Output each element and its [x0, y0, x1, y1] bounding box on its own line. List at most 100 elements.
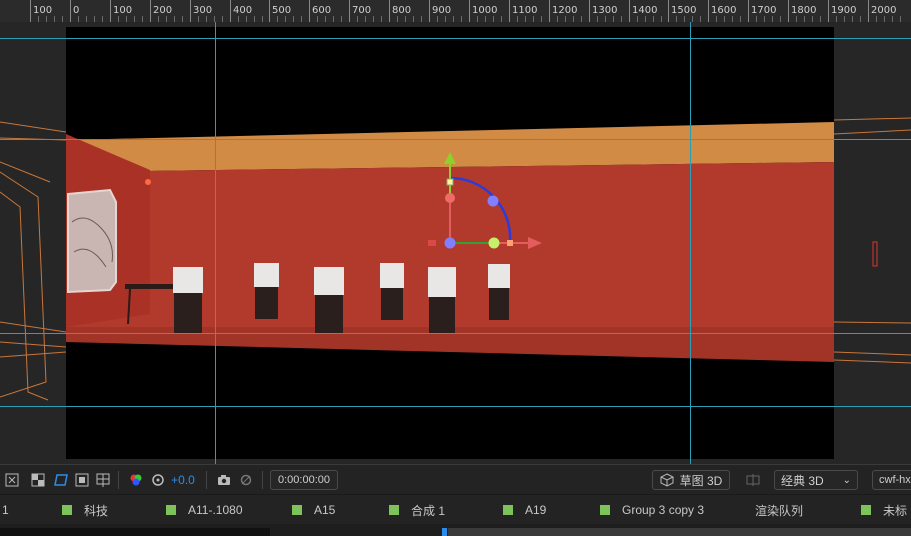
tab-comp[interactable]: 科技: [62, 502, 108, 518]
tab-comp[interactable]: 1: [2, 502, 9, 518]
layer-wireframe-right[interactable]: [833, 117, 911, 364]
ruler-label: 1800: [791, 5, 817, 16]
ruler-major-tick: [469, 0, 470, 22]
reset-exposure-icon[interactable]: [150, 470, 166, 490]
guide-vertical[interactable]: [215, 22, 216, 464]
scene-layers: [0, 117, 911, 401]
tab-label: 合成 1: [411, 503, 446, 518]
transparency-grid-icon[interactable]: [30, 470, 46, 490]
label-color-swatch: [503, 505, 513, 515]
guide-horizontal[interactable]: [0, 406, 911, 407]
draft-3d-icon: [660, 473, 674, 487]
ruler-major-tick: [668, 0, 669, 22]
show-snapshot-icon[interactable]: [238, 470, 254, 490]
tab-comp[interactable]: A19: [503, 502, 546, 518]
mask-path-visibility-icon[interactable]: [52, 470, 70, 490]
ruler-label: 1200: [552, 5, 578, 16]
tab-render-queue[interactable]: 渲染队列: [755, 502, 803, 518]
composition-viewer[interactable]: [0, 22, 911, 464]
color-channels-icon[interactable]: [128, 470, 144, 490]
ruler-major-tick: [269, 0, 270, 22]
grid-guides-icon[interactable]: [95, 470, 111, 490]
z-rotate-handle[interactable]: [487, 195, 499, 207]
ruler-label: 1100: [512, 5, 538, 16]
timecode-display[interactable]: 0:00:00:00: [270, 470, 338, 490]
viewer-toolbar: +0.0 0:00:00:00 草图 3D 经典 3D ⌄ cwf-hx: [0, 464, 911, 495]
snapshot-camera-icon[interactable]: [216, 470, 232, 490]
work-area-start-marker[interactable]: [442, 528, 447, 536]
ruler-major-tick: [509, 0, 510, 22]
tab-comp[interactable]: 未标: [861, 502, 907, 518]
ruler-major-tick: [190, 0, 191, 22]
ruler-label: 200: [153, 5, 173, 16]
guide-horizontal[interactable]: [0, 38, 911, 39]
tab-label: A11-.1080: [188, 503, 243, 517]
active-camera-dropdown[interactable]: cwf-hx: [872, 470, 911, 490]
ruler-major-tick: [30, 0, 31, 22]
renderer-label: 经典 3D: [781, 473, 824, 488]
guide-vertical[interactable]: [690, 22, 691, 464]
layer-wireframe-left[interactable]: [0, 121, 67, 401]
ruler-major-tick: [788, 0, 789, 22]
table: [125, 284, 175, 289]
ruler-label: 1500: [671, 5, 697, 16]
ruler-label: 2000: [871, 5, 897, 16]
tab-label: 科技: [84, 503, 109, 518]
tab-comp[interactable]: A11-.1080: [166, 502, 243, 518]
ruler-major-tick: [349, 0, 350, 22]
ruler-major-tick: [429, 0, 430, 22]
tab-label: Group 3 copy 3: [622, 503, 705, 517]
ruler-label: 0: [73, 5, 80, 16]
ruler-major-tick: [868, 0, 869, 22]
ruler-major-tick: [110, 0, 111, 22]
guide-horizontal[interactable]: [0, 333, 911, 334]
wall-lamp: [145, 179, 151, 185]
tab-comp[interactable]: A15: [292, 502, 335, 518]
ruler-major-tick: [230, 0, 231, 22]
tab-label: A19: [525, 503, 547, 517]
region-of-interest-icon[interactable]: [4, 470, 20, 490]
renderer-dropdown[interactable]: 经典 3D ⌄: [774, 470, 858, 490]
tab-comp[interactable]: 合成 1: [389, 502, 445, 518]
label-color-swatch: [292, 505, 302, 515]
composition-tab-bar: 1 科技 A11-.1080 A15 合成 1 A19 Group 3 copy…: [0, 494, 911, 525]
label-color-swatch: [166, 505, 176, 515]
ruler-major-tick: [549, 0, 550, 22]
timeline-search-area[interactable]: [0, 528, 270, 536]
ruler-major-tick: [828, 0, 829, 22]
ruler-label: 100: [113, 5, 133, 16]
ruler-major-tick: [589, 0, 590, 22]
timeline-work-area-bar[interactable]: [448, 528, 911, 536]
painting: [67, 188, 117, 294]
ruler-label: 1300: [592, 5, 618, 16]
exposure-value[interactable]: +0.0: [170, 470, 196, 490]
ruler-label: 1600: [711, 5, 737, 16]
draft-3d-toggle[interactable]: 草图 3D: [652, 470, 730, 490]
label-color-swatch: [389, 505, 399, 515]
horizontal-ruler[interactable]: 100 0 100 200 300 400 500 600 700 800 900 1000 1100 1…: [0, 0, 911, 23]
guide-horizontal[interactable]: [0, 139, 911, 140]
ruler-label: 900: [432, 5, 452, 16]
ruler-major-tick: [309, 0, 310, 22]
ruler-major-tick: [150, 0, 151, 22]
anchor-point[interactable]: [444, 237, 456, 249]
label-color-swatch: [600, 505, 610, 515]
timeline-header-strip: [0, 524, 911, 536]
ruler-label: 800: [392, 5, 412, 16]
tab-label: 1: [2, 503, 9, 517]
ruler-label: 600: [312, 5, 332, 16]
ruler-label: 700: [352, 5, 372, 16]
ruler-label: 300: [193, 5, 213, 16]
ruler-major-tick: [708, 0, 709, 22]
ruler-major-tick: [629, 0, 630, 22]
ruler-label: 400: [233, 5, 253, 16]
label-color-swatch: [861, 505, 871, 515]
extended-viewer-icon[interactable]: [744, 470, 762, 490]
ruler-major-tick: [748, 0, 749, 22]
tab-comp[interactable]: Group 3 copy 3: [600, 502, 704, 518]
ruler-label: 1400: [632, 5, 658, 16]
label-color-swatch: [62, 505, 72, 515]
safe-margins-icon[interactable]: [74, 470, 90, 490]
y-rotate-handle[interactable]: [488, 237, 500, 249]
x-rotate-handle[interactable]: [445, 193, 455, 203]
